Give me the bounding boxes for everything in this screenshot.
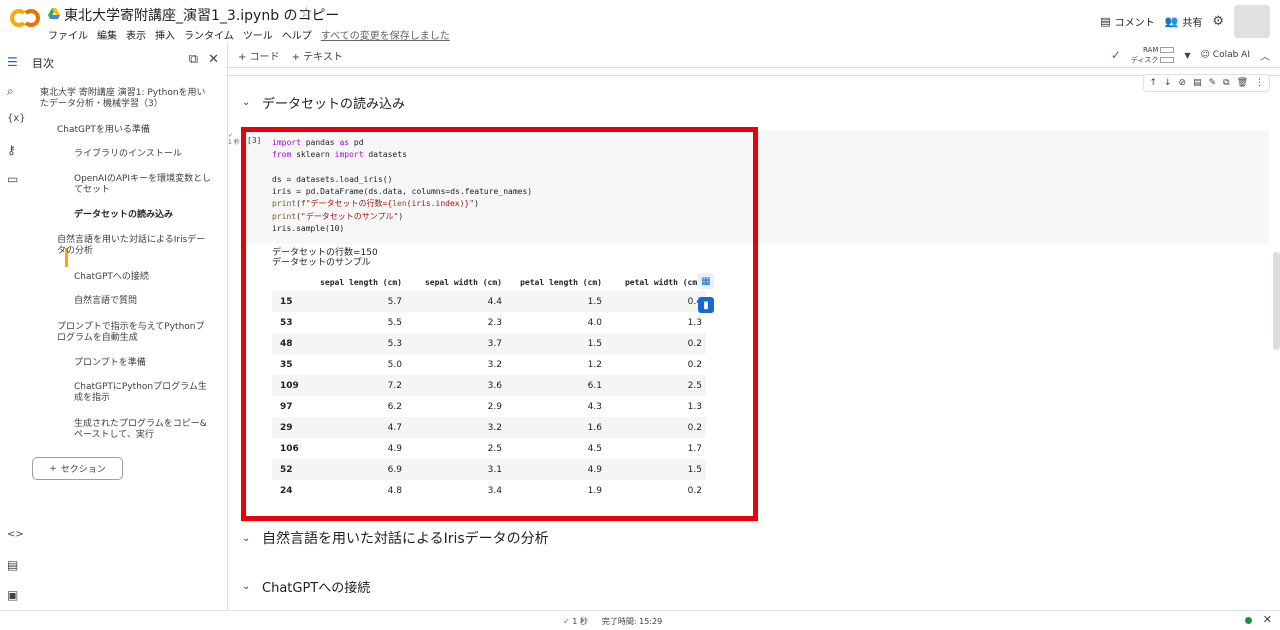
- table-of-contents: 目次 ⧉ ✕ 東北大学 寄附講座 演習1: Pythonを用いたデータ分析・機械…: [28, 42, 228, 610]
- chevron-down-icon[interactable]: ⌄: [242, 533, 252, 544]
- terminal-icon[interactable]: ▣: [7, 588, 21, 602]
- toc-icon[interactable]: ☰: [7, 55, 21, 69]
- section-title: 自然言語を用いた対話によるIrisデータの分析: [262, 531, 549, 547]
- menu-help[interactable]: ヘルプ: [282, 27, 312, 42]
- variables-icon[interactable]: {x}: [7, 113, 26, 127]
- toc-item-install[interactable]: ライブラリのインストール: [74, 149, 224, 160]
- search-icon[interactable]: ⌕: [7, 84, 21, 98]
- toc-item-connect[interactable]: ChatGPTへの接続: [74, 272, 224, 283]
- toc-item-title[interactable]: 東北大学 寄附講座 演習1: Pythonを用いたデータ分析・機械学習（3）: [40, 88, 208, 110]
- close-icon[interactable]: ✕: [208, 52, 219, 67]
- disk-label: ディスク: [1130, 56, 1159, 64]
- chevron-down-icon[interactable]: ⌄: [242, 97, 252, 108]
- insert-buttons: + コード + テキスト: [238, 48, 343, 63]
- code-icon[interactable]: <>: [7, 529, 24, 543]
- runtime-dropdown-icon[interactable]: ▼: [1184, 51, 1190, 60]
- menu-runtime[interactable]: ランタイム: [184, 27, 234, 42]
- status-bar: ✓ 1 秒 完了時間: 15:29 ✕: [0, 610, 1280, 630]
- toc-heading: 目次: [32, 57, 54, 70]
- disk-bar: [1160, 57, 1175, 63]
- add-text-label: テキスト: [303, 52, 343, 63]
- add-section-label: セクション: [60, 465, 106, 475]
- link-icon[interactable]: ⊘: [1179, 78, 1187, 88]
- execution-status[interactable]: ✓ 1 秒 完了時間: 15:29: [563, 616, 662, 627]
- menu-view[interactable]: 表示: [126, 27, 146, 42]
- menu-insert[interactable]: 挿入: [155, 27, 175, 42]
- connected-indicator: [1245, 617, 1252, 624]
- mirror-icon[interactable]: ⧉: [1223, 78, 1229, 88]
- gear-icon[interactable]: ⚙: [1212, 14, 1224, 29]
- colab-logo-icon[interactable]: [10, 9, 42, 29]
- notebook-title[interactable]: 東北大学寄附講座_演習1_3.ipynb のコピー: [64, 5, 340, 25]
- ram-label: RAM: [1142, 46, 1159, 54]
- toc-item-instruct[interactable]: ChatGPTにPythonプログラム生成を指示: [74, 382, 212, 404]
- toc-controls: ⧉ ✕: [189, 52, 219, 67]
- colab-ai-button[interactable]: ☺ Colab AI: [1201, 50, 1250, 60]
- completed-time: 完了時間: 15:29: [601, 617, 663, 626]
- notebook-toolbar: + コード + テキスト ✓ RAM ディスク ▼ ☺ Colab AI ︿: [228, 42, 1280, 68]
- check-icon: ✓: [1110, 48, 1121, 62]
- comment-button[interactable]: ▤ コメント: [1100, 14, 1154, 29]
- move-up-icon[interactable]: ↑: [1149, 78, 1157, 88]
- menu-tools[interactable]: ツール: [243, 27, 273, 42]
- move-down-icon[interactable]: ↓: [1164, 78, 1172, 88]
- plus-icon: +: [49, 463, 57, 474]
- comment-label: コメント: [1114, 18, 1155, 29]
- ram-bar: [1160, 47, 1175, 53]
- resource-monitor[interactable]: RAM ディスク: [1131, 45, 1175, 65]
- left-rail: ☰ ⌕ {x} ⚷ ▭ <> ▤ ▣: [0, 42, 28, 610]
- comment-cell-icon[interactable]: ▤: [1193, 78, 1202, 88]
- scrollbar[interactable]: [1273, 252, 1280, 350]
- edit-icon[interactable]: ✎: [1209, 78, 1217, 88]
- avatar[interactable]: [1234, 5, 1270, 38]
- folder-icon[interactable]: ▭: [7, 172, 21, 186]
- toc-item-prompt-prep[interactable]: プロンプトを準備: [74, 358, 224, 369]
- open-in-tab-icon[interactable]: ⧉: [189, 52, 198, 67]
- close-icon[interactable]: ✕: [1263, 613, 1272, 626]
- share-icon: 👥: [1164, 15, 1179, 28]
- run-time-badge: ✓ 1 秒: [228, 132, 240, 146]
- section-title: ChatGPTへの接続: [262, 581, 371, 596]
- key-icon[interactable]: ⚷: [7, 143, 21, 157]
- toc-item-dataset[interactable]: データセットの読み込み: [74, 210, 224, 221]
- delete-icon[interactable]: 🗑: [1237, 78, 1248, 88]
- toc-item-iris-analysis[interactable]: 自然言語を用いた対話によるIrisデータの分析: [57, 235, 207, 257]
- section-heading-dataset[interactable]: ⌄ データセットの読み込み: [242, 93, 405, 112]
- chevron-down-icon[interactable]: ⌄: [242, 581, 252, 592]
- snippets-icon[interactable]: ▤: [7, 558, 21, 572]
- toc-item-apikey[interactable]: OpenAIのAPIキーを環境変数としてセット: [74, 174, 212, 196]
- section-heading-connect[interactable]: ⌄ ChatGPTへの接続: [242, 577, 370, 596]
- toc-item-chatgpt-prep[interactable]: ChatGPTを用いる準備: [57, 125, 207, 136]
- toc-item-copy-run[interactable]: 生成されたプログラムをコピー&ペーストして、実行: [74, 419, 212, 441]
- menu-bar: ファイル 編集 表示 挿入 ランタイム ツール ヘルプ すべての変更を保存しまし…: [48, 27, 450, 42]
- section-heading-iris-analysis[interactable]: ⌄ 自然言語を用いた対話によるIrisデータの分析: [242, 528, 549, 548]
- share-button[interactable]: 👥 共有: [1165, 14, 1203, 29]
- app-header: 東北大学寄附講座_演習1_3.ipynb のコピー ☆ ファイル 編集 表示 挿…: [0, 0, 1280, 42]
- red-highlight-box: [241, 127, 758, 521]
- check-icon: ✓: [563, 617, 570, 626]
- header-actions: ▤ コメント 👥 共有 ⚙: [1100, 5, 1270, 38]
- cell-toolbar: ↑ ↓ ⊘ ▤ ✎ ⧉ 🗑 ⋮: [1143, 74, 1270, 92]
- section-title: データセットの読み込み: [262, 97, 406, 112]
- more-icon[interactable]: ⋮: [1255, 78, 1264, 88]
- add-section-button[interactable]: + セクション: [32, 457, 123, 480]
- drive-icon[interactable]: [48, 8, 60, 19]
- toc-item-question[interactable]: 自然言語で質問: [74, 296, 224, 307]
- previous-cell: [228, 68, 1280, 76]
- star-icon[interactable]: ☆: [300, 5, 313, 21]
- menu-file[interactable]: ファイル: [48, 27, 88, 42]
- comment-icon: ▤: [1100, 15, 1111, 28]
- colab-ai-label: Colab AI: [1212, 50, 1250, 60]
- save-status[interactable]: すべての変更を保存しました: [321, 27, 450, 42]
- collapse-icon[interactable]: ︿: [1260, 48, 1270, 63]
- add-text-button[interactable]: + テキスト: [292, 48, 343, 63]
- share-label: 共有: [1182, 18, 1203, 29]
- runtime-controls: ✓ RAM ディスク ▼ ☺ Colab AI ︿: [1111, 45, 1270, 65]
- add-code-button[interactable]: + コード: [238, 48, 280, 63]
- duration: 1 秒: [572, 617, 588, 626]
- add-code-label: コード: [249, 52, 280, 63]
- menu-edit[interactable]: 編集: [97, 27, 117, 42]
- toc-item-prompt-gen[interactable]: プロンプトで指示を与えてPythonプログラムを自動生成: [57, 322, 211, 344]
